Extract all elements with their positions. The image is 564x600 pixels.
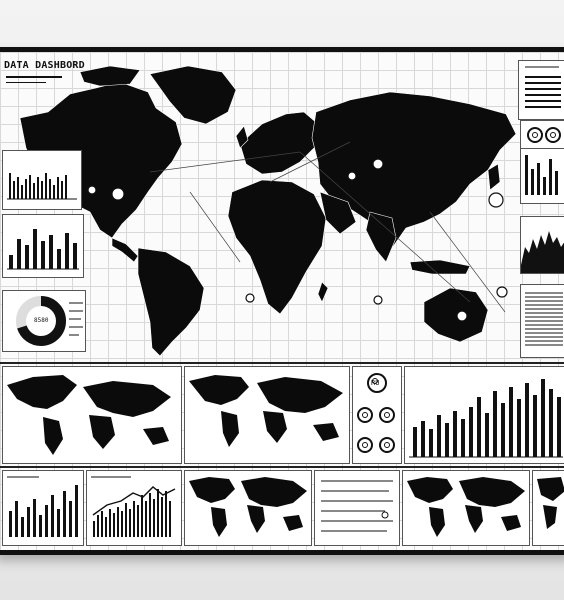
- target-icon[interactable]: [357, 437, 373, 453]
- mini-map-1: [2, 366, 182, 464]
- map-marker: [496, 286, 508, 298]
- left-bar-chart-2: [2, 214, 84, 278]
- map-marker: [373, 295, 383, 305]
- map-india: [365, 211, 397, 263]
- map-japan: [487, 163, 501, 191]
- left-bar-chart-1: [2, 150, 82, 210]
- icon-panel-label: RU: [371, 379, 380, 387]
- map-indonesia: [409, 259, 471, 275]
- mini-map-3: [184, 470, 312, 546]
- large-bar-chart: [404, 366, 564, 464]
- map-marker: [488, 192, 504, 208]
- donut-label: 8580: [34, 317, 49, 324]
- map-central-america: [111, 237, 139, 263]
- right-bar-chart: [520, 148, 564, 204]
- map-africa: [227, 179, 327, 315]
- map-south-america: [137, 247, 205, 357]
- bottom-line-chart: [86, 470, 182, 546]
- icon-panel: RU: [352, 366, 402, 464]
- target-icon[interactable]: [379, 437, 395, 453]
- right-lines-panel: [520, 284, 564, 358]
- map-marker: [111, 187, 125, 201]
- bottom-list-panel: [314, 470, 400, 546]
- map-marker: [87, 185, 97, 195]
- target-icon[interactable]: [527, 127, 543, 143]
- row-separator: [0, 466, 564, 468]
- target-icon[interactable]: [379, 407, 395, 423]
- map-australia: [423, 287, 489, 343]
- target-icon[interactable]: [545, 127, 561, 143]
- map-marker: [245, 293, 255, 303]
- left-donut-panel: 8580: [2, 290, 86, 352]
- bottom-right-map: [532, 470, 564, 546]
- target-icon[interactable]: [357, 407, 373, 423]
- map-europe: [239, 111, 319, 175]
- mini-map-2: [184, 366, 350, 464]
- mini-map-4: [402, 470, 530, 546]
- map-marker: [347, 171, 357, 181]
- right-area-chart: [520, 216, 564, 274]
- map-arctic-islands: [79, 65, 141, 87]
- map-marker: [372, 158, 384, 170]
- map-marker: [456, 310, 468, 322]
- map-madagascar: [317, 281, 329, 303]
- bottom-bar-chart: [2, 470, 84, 546]
- right-list-panel: [518, 60, 564, 120]
- row-separator: [0, 362, 564, 364]
